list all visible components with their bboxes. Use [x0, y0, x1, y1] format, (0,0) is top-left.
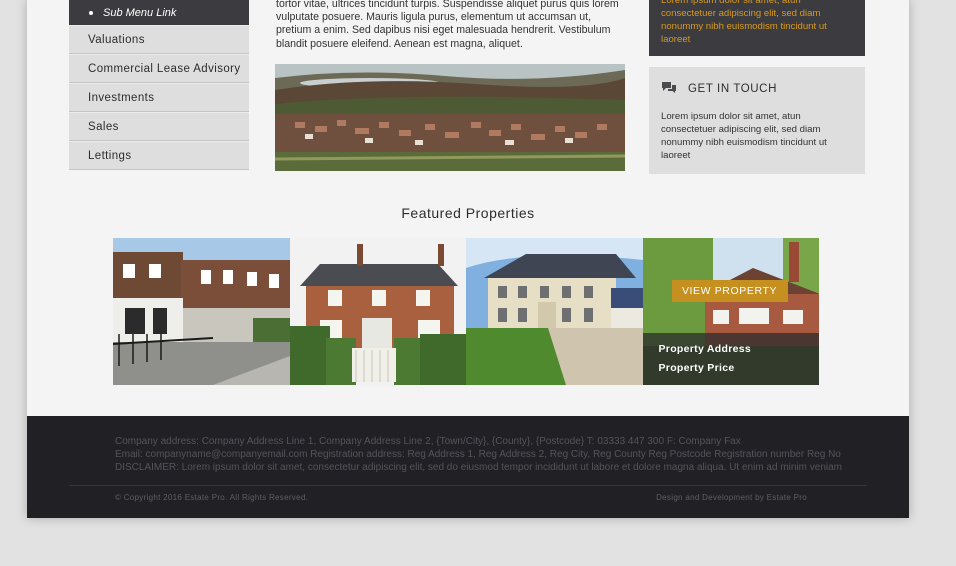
sidebar-item-label: Valuations: [88, 33, 145, 46]
sidebar-item-commercial-lease-advisory[interactable]: Commercial Lease Advisory: [69, 54, 249, 83]
footer-address-line: Company address: Company Address Line 1,…: [115, 436, 741, 447]
get-in-touch-title: GET IN TOUCH: [688, 83, 777, 95]
sidebar-item-label: Lettings: [88, 149, 132, 162]
orange-text-panel: Lorem ipsum dolor sit amet, atun consect…: [649, 0, 865, 56]
get-in-touch-heading: GET IN TOUCH: [661, 81, 853, 97]
chat-bubbles-icon: [661, 81, 688, 97]
sidebar-item-label: Investments: [88, 91, 155, 104]
property-photo-terrace: [113, 238, 290, 385]
featured-properties-title: Featured Properties: [401, 205, 535, 221]
property-card[interactable]: [289, 238, 466, 385]
get-in-touch-panel: GET IN TOUCH Lorem ipsum dolor sit amet,…: [649, 67, 865, 174]
sidebar-sub-menu-link[interactable]: Sub Menu Link: [69, 0, 249, 25]
bullet-icon: [89, 10, 93, 15]
sidebar-menu: Sub Menu Link Valuations Commercial Leas…: [69, 0, 249, 170]
sidebar-item-sales[interactable]: Sales: [69, 112, 249, 141]
page: Sub Menu Link Valuations Commercial Leas…: [27, 0, 909, 518]
property-info-overlay: Property Address Property Price: [642, 333, 819, 385]
footer-divider: [69, 485, 867, 486]
sidebar-sub-menu-label: Sub Menu Link: [103, 6, 177, 19]
footer-disclaimer-line: DISCLAIMER: Lorem ipsum dolor sit amet, …: [115, 462, 843, 473]
sidebar-item-label: Commercial Lease Advisory: [88, 62, 241, 75]
sidebar-item-label: Sales: [88, 120, 119, 133]
property-price: Property Price: [658, 362, 735, 374]
property-photo-cottage: [289, 238, 466, 385]
site-footer: Company address: Company Address Line 1,…: [27, 416, 909, 518]
featured-properties-row: VIEW PROPERTY Property Address Property …: [113, 238, 819, 385]
sidebar-item-lettings[interactable]: Lettings: [69, 141, 249, 170]
footer-company-details: Company address: Company Address Line 1,…: [115, 435, 865, 474]
property-card[interactable]: VIEW PROPERTY Property Address Property …: [642, 238, 819, 385]
property-photo-villa: [466, 238, 643, 385]
property-address: Property Address: [658, 343, 752, 355]
main-body-text: tortor vitae, ultrices tincidunt turpis.…: [276, 0, 619, 50]
footer-credit-link[interactable]: Design and Development by Estate Pro: [656, 493, 807, 502]
sidebar-item-investments[interactable]: Investments: [69, 83, 249, 112]
view-property-button[interactable]: VIEW PROPERTY: [671, 280, 788, 302]
town-landscape-image: [275, 64, 625, 171]
property-card[interactable]: [113, 238, 290, 385]
get-in-touch-text: Lorem ipsum dolor sit amet, atun consect…: [661, 111, 827, 161]
property-card[interactable]: [466, 238, 643, 385]
orange-panel-text: Lorem ipsum dolor sit amet, atun consect…: [661, 0, 827, 45]
footer-copyright: © Copyright 2016 Estate Pro. All Rights …: [115, 493, 309, 502]
sidebar-item-valuations[interactable]: Valuations: [69, 25, 249, 54]
footer-email-line: Email: companyname@companyemail.com Regi…: [115, 449, 841, 460]
